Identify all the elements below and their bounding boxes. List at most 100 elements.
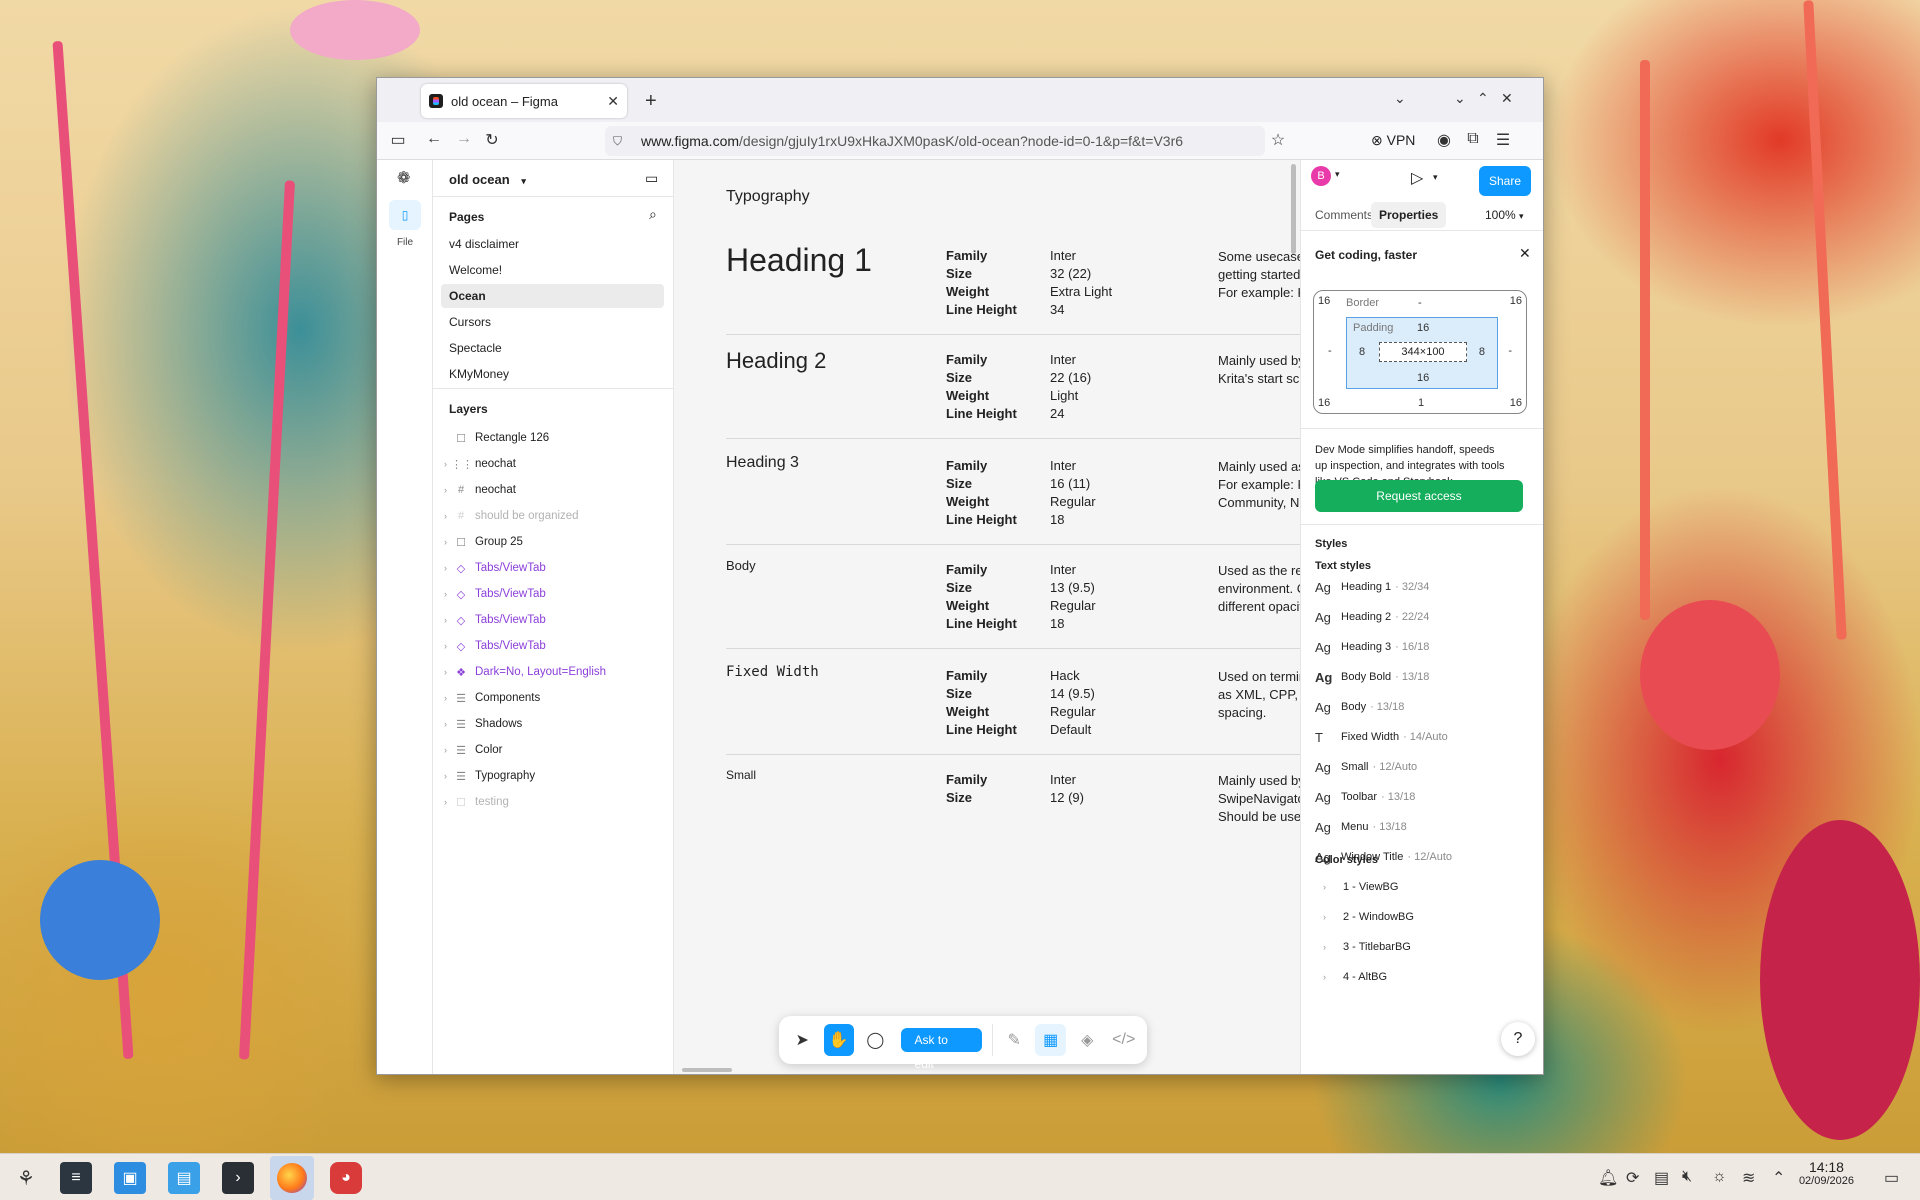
expand-chevron-icon[interactable]: › xyxy=(433,485,451,495)
wifi-icon[interactable]: ≋ xyxy=(1742,1168,1755,1188)
vertical-scrollbar[interactable] xyxy=(1291,164,1296,254)
expand-chevron-icon[interactable]: › xyxy=(433,797,451,807)
text-style-item[interactable]: Ag Body Bold · 13/18 xyxy=(1315,664,1429,690)
page-item[interactable]: Welcome! xyxy=(441,258,664,282)
minimize-icon[interactable]: ⌄ xyxy=(1454,90,1466,107)
layer-row[interactable]: › ☰ Color xyxy=(433,738,673,762)
tab-properties[interactable]: Properties xyxy=(1371,202,1447,228)
tab-comments[interactable]: Comments xyxy=(1315,208,1373,222)
search-icon[interactable]: ⌕ xyxy=(649,206,657,223)
expand-chevron-icon[interactable]: › xyxy=(433,719,451,729)
maximize-icon[interactable]: ⌃ xyxy=(1477,90,1489,107)
canvas[interactable]: Typography Heading 1 Family Inter Size 32 (2… xyxy=(674,160,1300,1074)
expand-chevron-icon[interactable]: › xyxy=(433,693,451,703)
move-tool-icon[interactable]: ➤ xyxy=(787,1024,818,1056)
panel-toggle-icon[interactable]: ▭ xyxy=(645,170,658,187)
layer-row[interactable]: › ⋮⋮ neochat xyxy=(433,452,673,476)
expand-chevron-icon[interactable]: › xyxy=(433,745,451,755)
dev-mode-icon[interactable]: </> xyxy=(1108,1024,1139,1056)
text-style-item[interactable]: Ag Menu · 13/18 xyxy=(1315,814,1407,840)
present-chevron-icon[interactable]: ▾ xyxy=(1433,172,1438,183)
expand-chevron-icon[interactable]: › xyxy=(433,589,451,599)
zoom-dropdown[interactable]: 100% ▾ xyxy=(1485,208,1524,222)
terminal-icon[interactable]: › xyxy=(222,1162,254,1194)
sync-icon[interactable]: ⟳ xyxy=(1626,1168,1639,1188)
present-icon[interactable]: ▷ xyxy=(1411,168,1423,188)
show-desktop-icon[interactable]: ▭ xyxy=(1884,1168,1899,1188)
expand-chevron-icon[interactable]: › xyxy=(1323,942,1343,952)
clipboard-icon[interactable]: ▤ xyxy=(1654,1168,1669,1188)
reload-icon[interactable]: ↻ xyxy=(481,130,503,150)
close-banner-icon[interactable]: ✕ xyxy=(1519,245,1531,262)
back-icon[interactable]: ← xyxy=(423,130,445,148)
browser-tab[interactable]: old ocean – Figma ✕ xyxy=(421,84,627,118)
expand-chevron-icon[interactable]: › xyxy=(433,563,451,573)
text-style-item[interactable]: Ag Small · 12/Auto xyxy=(1315,754,1417,780)
app-launcher-icon[interactable]: ⚘ xyxy=(10,1162,42,1194)
layer-row[interactable]: › ◇ Tabs/ViewTab xyxy=(433,556,673,580)
expand-chevron-icon[interactable]: › xyxy=(1323,912,1343,922)
component-tool-icon[interactable]: ◈ xyxy=(1072,1024,1103,1056)
comment-tool-icon[interactable]: ◯ xyxy=(860,1024,891,1056)
page-item[interactable]: v4 disclaimer xyxy=(441,232,664,256)
text-style-item[interactable]: Ag Heading 2 · 22/24 xyxy=(1315,604,1429,630)
layer-row[interactable]: › ❖ Dark=No, Layout=English xyxy=(433,660,673,684)
firefox-icon[interactable] xyxy=(270,1156,314,1200)
clock[interactable]: 14:18 02/09/2026 xyxy=(1799,1159,1854,1187)
account-icon[interactable]: ◉ xyxy=(1433,130,1455,150)
tray-expand-icon[interactable]: ⌃ xyxy=(1772,1168,1785,1188)
url-bar[interactable]: ⛉ www.figma.com/design/gjuIy1rxU9xHkaJXM… xyxy=(605,126,1265,156)
file-manager-icon[interactable]: ▤ xyxy=(168,1162,200,1194)
page-item[interactable]: Spectacle xyxy=(441,336,664,360)
extensions-icon[interactable]: ⧉ xyxy=(1462,130,1484,148)
sidebar-icon[interactable]: ▭ xyxy=(387,130,409,150)
expand-chevron-icon[interactable]: › xyxy=(433,459,451,469)
file-name-button[interactable]: old ocean ▾ xyxy=(449,172,526,187)
volume-muted-icon[interactable]: 🔇︎ xyxy=(1682,1168,1692,1186)
help-button[interactable]: ? xyxy=(1501,1022,1535,1056)
text-style-item[interactable]: Ag Heading 1 · 32/34 xyxy=(1315,574,1429,600)
text-style-item[interactable]: Ag Toolbar · 13/18 xyxy=(1315,784,1415,810)
vpn-button[interactable]: ⊗ VPN xyxy=(1371,132,1415,149)
page-item[interactable]: Cursors xyxy=(441,310,664,334)
list-tabs-icon[interactable]: ⌄ xyxy=(1394,90,1406,107)
layer-row[interactable]: › ☐ testing xyxy=(433,790,673,814)
text-style-item[interactable]: T Fixed Width · 14/Auto xyxy=(1315,724,1448,750)
layer-row[interactable]: › ◇ Tabs/ViewTab xyxy=(433,634,673,658)
bookmark-star-icon[interactable]: ☆ xyxy=(1267,130,1289,150)
expand-chevron-icon[interactable]: › xyxy=(433,615,451,625)
layer-row[interactable]: › ☰ Typography xyxy=(433,764,673,788)
color-style-item[interactable]: › 3 - TitlebarBG xyxy=(1323,934,1411,960)
text-style-item[interactable]: Ag Heading 3 · 16/18 xyxy=(1315,634,1429,660)
layer-row[interactable]: › ☰ Shadows xyxy=(433,712,673,736)
brightness-icon[interactable]: ☼ xyxy=(1712,1168,1727,1186)
layer-row[interactable]: › # should be organized xyxy=(433,504,673,528)
text-style-item[interactable]: Ag Body · 13/18 xyxy=(1315,694,1404,720)
layer-row[interactable]: › ☰ Components xyxy=(433,686,673,710)
ghost-app-icon[interactable]: ◕ xyxy=(330,1162,362,1194)
expand-chevron-icon[interactable]: › xyxy=(1323,882,1343,892)
layer-row[interactable]: › ◇ Tabs/ViewTab xyxy=(433,608,673,632)
expand-chevron-icon[interactable]: › xyxy=(433,641,451,651)
color-style-item[interactable]: › 4 - AltBG xyxy=(1323,964,1387,990)
ask-to-edit-button[interactable]: Ask to edit xyxy=(900,1028,982,1071)
color-style-item[interactable]: › 2 - WindowBG xyxy=(1323,904,1414,930)
forward-icon[interactable]: → xyxy=(453,130,475,148)
file-rail-button[interactable]: ▯ xyxy=(389,200,421,230)
layer-row[interactable]: › ☐ Group 25 xyxy=(433,530,673,554)
system-settings-icon[interactable]: ≡ xyxy=(60,1162,92,1194)
layer-row[interactable]: › ◇ Tabs/ViewTab xyxy=(433,582,673,606)
figma-logo-icon[interactable]: ❁ xyxy=(397,168,410,188)
request-access-button[interactable]: Request access xyxy=(1315,480,1523,512)
avatar[interactable]: B xyxy=(1311,166,1331,186)
expand-chevron-icon[interactable]: › xyxy=(433,511,451,521)
close-tab-icon[interactable]: ✕ xyxy=(607,93,619,110)
share-button[interactable]: Share xyxy=(1479,166,1531,196)
page-item[interactable]: KMyMoney xyxy=(441,362,664,386)
notifications-icon[interactable]: 🔔︎ xyxy=(1598,1168,1618,1188)
discover-icon[interactable]: ▣ xyxy=(114,1162,146,1194)
expand-chevron-icon[interactable]: › xyxy=(433,537,451,547)
layer-row[interactable]: › # neochat xyxy=(433,478,673,502)
color-style-item[interactable]: › 1 - ViewBG xyxy=(1323,874,1398,900)
design-mode-icon[interactable]: ▦ xyxy=(1035,1024,1066,1056)
